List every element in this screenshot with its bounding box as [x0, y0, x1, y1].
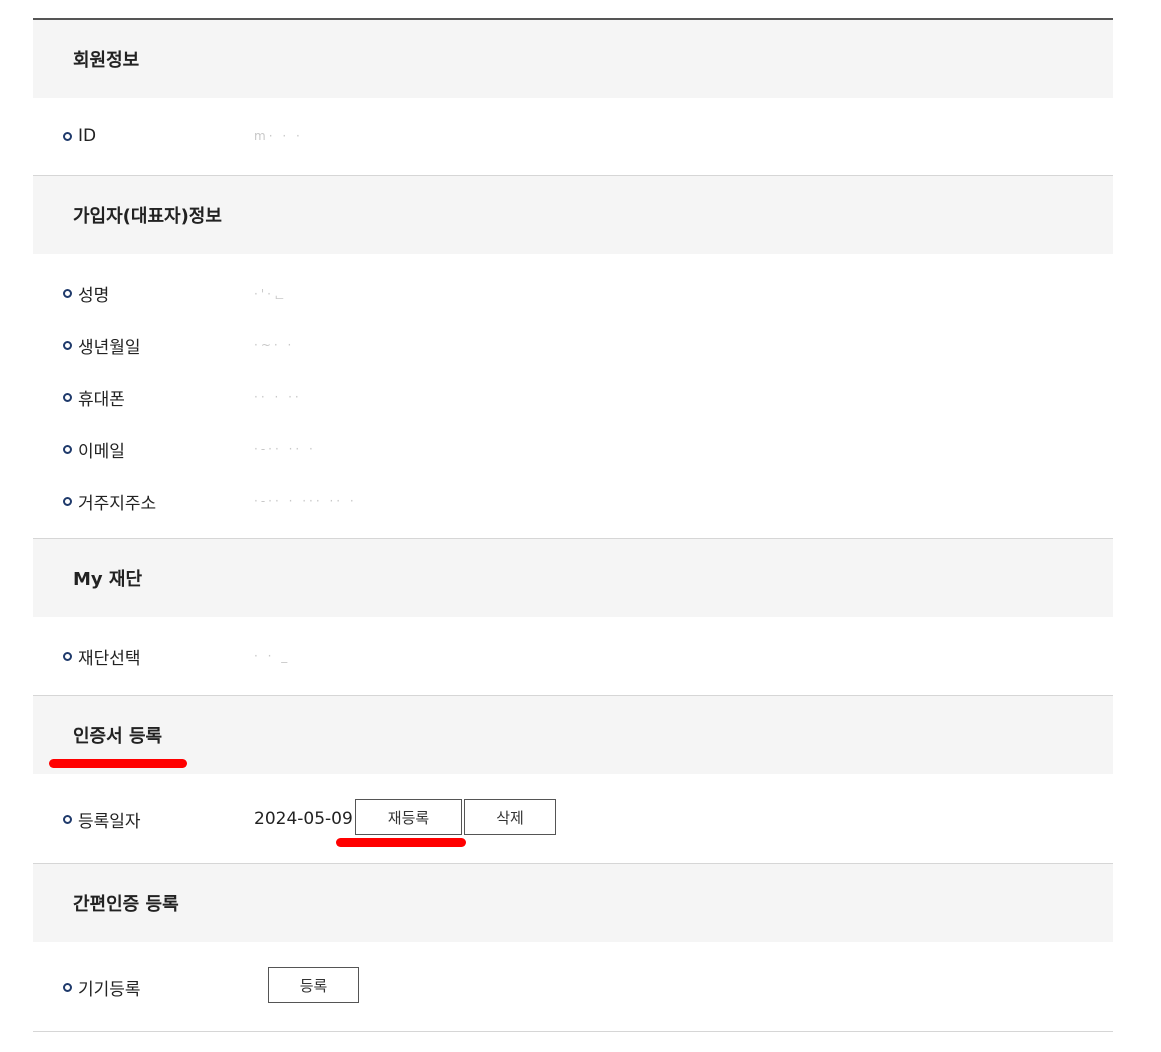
foundation-select-label: 재단선택 — [78, 648, 141, 669]
name-row: 성명 ·'·ᆫ — [33, 267, 1113, 319]
reregister-button[interactable]: 재등록 — [355, 799, 462, 835]
name-label: 성명 — [78, 285, 110, 306]
registration-date-value: 2024-05-09 — [254, 809, 353, 829]
certificate-title: 인증서 등록 — [73, 726, 163, 747]
birthdate-label: 생년월일 — [78, 337, 141, 358]
foundation-select-value[interactable]: · · _ — [254, 649, 290, 663]
my-foundation-header: My 재단 — [33, 539, 1113, 617]
simple-auth-header: 간편인증 등록 — [33, 864, 1113, 942]
registration-date-row: 등록일자 2024-05-09 — [33, 793, 1113, 845]
member-info-title: 회원정보 — [73, 50, 140, 71]
simple-auth-body: 기기등록 등록 — [33, 942, 1113, 1032]
address-row: 거주지주소 ·-·· · ··· ·· · — [33, 475, 1113, 527]
registration-date-label: 등록일자 — [78, 811, 141, 832]
email-value: ·-·· ·· · — [254, 442, 316, 456]
certificate-body: 등록일자 2024-05-09 재등록 삭제 — [33, 774, 1113, 864]
address-value: ·-·· · ··· ·· · — [254, 494, 357, 508]
phone-row: 휴대폰 ·· · ·· — [33, 371, 1113, 423]
id-value: m· · · — [254, 129, 303, 143]
bullet-icon — [63, 814, 72, 824]
birthdate-value: ·~· · — [254, 338, 295, 352]
subscriber-info-body: 성명 ·'·ᆫ 생년월일 ·~· · 휴대폰 ·· · ·· 이메일 ·-·· … — [33, 254, 1113, 539]
my-foundation-title: My 재단 — [73, 569, 143, 590]
certificate-header: 인증서 등록 — [33, 696, 1113, 774]
bullet-icon — [63, 982, 72, 992]
address-label: 거주지주소 — [78, 493, 157, 514]
my-foundation-body: 재단선택 · · _ — [33, 617, 1113, 696]
phone-label: 휴대폰 — [78, 389, 125, 410]
bullet-icon — [63, 444, 72, 454]
subscriber-info-title: 가입자(대표자)정보 — [73, 206, 222, 227]
red-annotation-underline — [49, 759, 187, 768]
id-label: ID — [78, 126, 97, 146]
bullet-icon — [63, 496, 72, 506]
name-value: ·'·ᆫ — [254, 286, 288, 301]
delete-button[interactable]: 삭제 — [464, 799, 556, 835]
bullet-icon — [63, 392, 72, 402]
member-info-page: 회원정보 ID m· · · 가입자(대표자)정보 성명 ·'·ᆫ 생년월일 ·… — [33, 18, 1113, 1032]
device-register-label: 기기등록 — [78, 979, 141, 1000]
device-register-row: 기기등록 — [33, 961, 1113, 1013]
subscriber-info-header: 가입자(대표자)정보 — [33, 176, 1113, 254]
bullet-icon — [63, 651, 72, 661]
bullet-icon — [63, 340, 72, 350]
member-info-body: ID m· · · — [33, 98, 1113, 176]
id-row: ID m· · · — [33, 110, 1113, 162]
foundation-select-row: 재단선택 · · _ — [33, 630, 1113, 682]
bullet-icon — [63, 288, 72, 298]
birthdate-row: 생년월일 ·~· · — [33, 319, 1113, 371]
bullet-icon — [63, 131, 72, 141]
phone-value: ·· · ·· — [254, 390, 302, 404]
email-label: 이메일 — [78, 441, 125, 462]
device-register-button[interactable]: 등록 — [268, 967, 359, 1003]
email-row: 이메일 ·-·· ·· · — [33, 423, 1113, 475]
member-info-header: 회원정보 — [33, 20, 1113, 98]
simple-auth-title: 간편인증 등록 — [73, 894, 179, 915]
red-annotation-underline — [336, 838, 466, 847]
